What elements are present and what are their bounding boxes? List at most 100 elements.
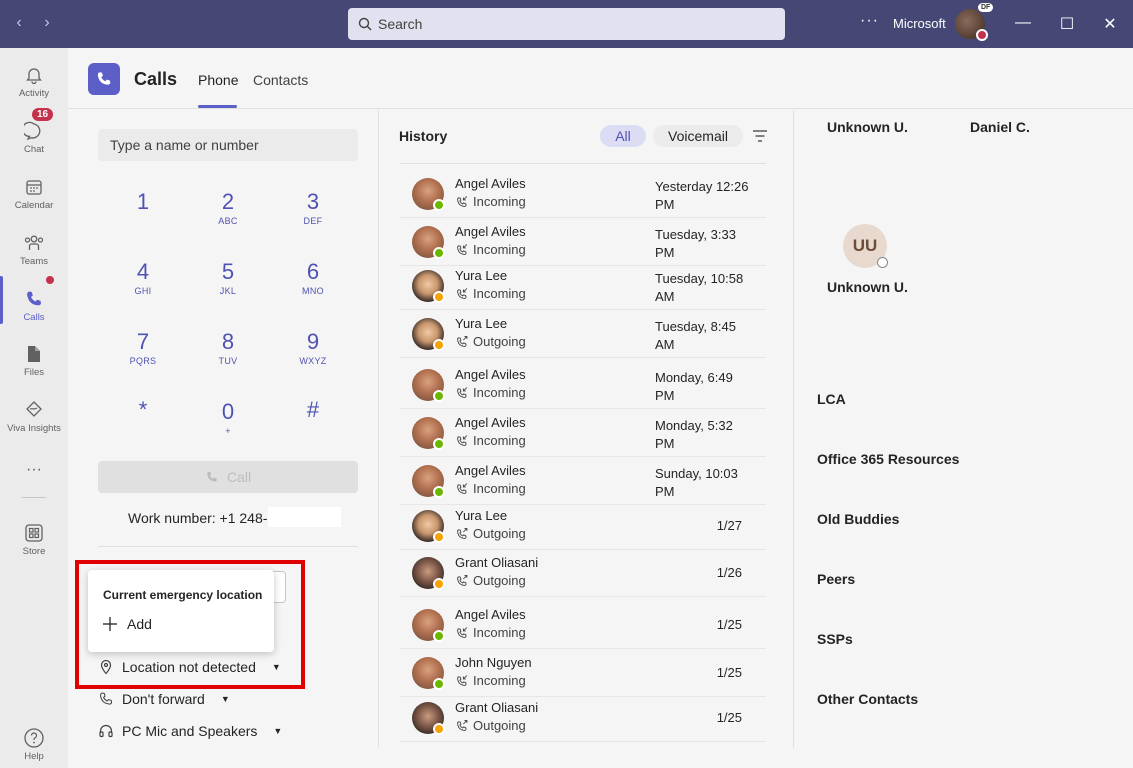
filter-voicemail-button[interactable]: Voicemail xyxy=(653,125,743,147)
history-row[interactable]: Angel Aviles Incoming Monday, 6:49 PM xyxy=(400,361,766,409)
speed-dial-contact[interactable]: Daniel C. xyxy=(970,119,1030,135)
rail-item-store[interactable]: Store xyxy=(0,512,68,566)
organization-name[interactable]: Microsoft xyxy=(893,16,946,31)
rail-item-activity[interactable]: Activity xyxy=(0,54,68,108)
rail-item-help[interactable]: Help xyxy=(0,717,68,768)
audio-device-dropdown[interactable]: PC Mic and Speakers ▼ xyxy=(98,723,282,739)
dial-key-digit: 1 xyxy=(136,189,150,214)
tab-contacts[interactable]: Contacts xyxy=(253,72,308,88)
rail-label-activity: Activity xyxy=(18,88,50,99)
rail-item-files[interactable]: Files xyxy=(0,333,68,387)
call-timestamp: Tuesday, 8:45 AM xyxy=(655,319,736,352)
forward-arrow-icon[interactable]: › xyxy=(40,14,54,32)
history-row[interactable]: Yura Lee Incoming Tuesday, 10:58 AM xyxy=(400,262,766,310)
filter-icon[interactable] xyxy=(752,129,768,143)
rail-item-teams[interactable]: Teams xyxy=(0,222,68,276)
dial-key-2[interactable]: 2 ABC xyxy=(198,190,258,227)
call-direction-label: Incoming xyxy=(473,242,526,257)
minimize-button[interactable]: — xyxy=(1013,14,1033,32)
rail-item-viva-insights[interactable]: Viva Insights xyxy=(0,389,68,443)
forwarding-dropdown[interactable]: Don't forward ▼ xyxy=(98,691,230,707)
history-row[interactable]: John Nguyen Incoming 1/25 xyxy=(400,649,766,697)
maximize-button[interactable]: ☐ xyxy=(1057,14,1077,34)
dial-key-1[interactable]: 1 xyxy=(113,190,173,216)
contact-group-office365[interactable]: Office 365 Resources xyxy=(817,451,959,467)
call-timestamp: 1/25 xyxy=(716,710,742,725)
rail-item-calendar[interactable]: Calendar xyxy=(0,166,68,220)
rail-label-chat: Chat xyxy=(23,144,45,155)
tab-phone[interactable]: Phone xyxy=(198,72,238,88)
chat-icon xyxy=(23,120,45,142)
history-row[interactable]: Grant Oliasani Outgoing 1/26 xyxy=(400,549,766,597)
call-direction: Incoming xyxy=(455,481,526,496)
call-button[interactable]: Call xyxy=(98,461,358,493)
call-timestamp: Tuesday, 10:58 AM xyxy=(655,271,744,304)
row-divider xyxy=(400,596,766,597)
history-row[interactable]: Angel Aviles Incoming Yesterday 12:26 PM xyxy=(400,170,766,218)
call-button-label: Call xyxy=(226,469,252,485)
away-status-icon xyxy=(433,531,445,543)
history-row[interactable]: Grant Oliasani Outgoing 1/25 xyxy=(400,694,766,742)
dial-key-7[interactable]: 7 PQRS xyxy=(113,330,173,367)
search-input[interactable]: Search xyxy=(348,8,785,40)
dial-key-3[interactable]: 3 DEF xyxy=(283,190,343,227)
incoming-call-icon xyxy=(457,195,468,207)
dial-key-4[interactable]: 4 GHI xyxy=(113,260,173,297)
history-row[interactable]: Angel Aviles Incoming 1/25 xyxy=(400,601,766,649)
more-options-button[interactable]: ··· xyxy=(860,12,879,30)
search-icon xyxy=(358,17,372,31)
available-status-icon xyxy=(433,678,445,690)
dial-number-input[interactable]: Type a name or number xyxy=(98,129,358,161)
caller-name: Angel Aviles xyxy=(455,176,526,191)
dial-key-digit: 8 xyxy=(221,329,235,354)
call-direction-label: Incoming xyxy=(473,194,526,209)
contact-group-ssps[interactable]: SSPs xyxy=(817,631,853,647)
contact-group-lca[interactable]: LCA xyxy=(817,391,846,407)
contact-group-peers[interactable]: Peers xyxy=(817,571,855,587)
back-arrow-icon[interactable]: ‹ xyxy=(12,14,26,32)
rail-label-teams: Teams xyxy=(20,256,48,267)
dial-key-6[interactable]: 6 MNO xyxy=(283,260,343,297)
contact-group-old-buddies[interactable]: Old Buddies xyxy=(817,511,899,527)
history-row[interactable]: Angel Aviles Incoming Monday, 5:32 PM xyxy=(400,409,766,457)
calls-header: Calls Phone Contacts xyxy=(68,48,1133,109)
dial-key-8[interactable]: 8 TUV xyxy=(198,329,258,367)
history-row[interactable]: Angel Aviles Incoming Sunday, 10:03 PM xyxy=(400,457,766,505)
dial-key-9[interactable]: 9 WXYZ xyxy=(283,330,343,367)
incoming-call-icon xyxy=(457,243,468,255)
call-direction-label: Incoming xyxy=(473,481,526,496)
divider xyxy=(400,163,766,164)
column-divider xyxy=(793,110,794,748)
calls-notification-dot xyxy=(46,276,54,284)
call-timestamp: Monday, 5:32 PM xyxy=(655,418,733,451)
history-row[interactable]: Yura Lee Outgoing Tuesday, 8:45 AM xyxy=(400,310,766,358)
history-row[interactable]: Angel Aviles Incoming Tuesday, 3:33 PM xyxy=(400,218,766,266)
rail-label-viva-insights: Viva Insights xyxy=(7,423,61,434)
history-row[interactable]: Yura Lee Outgoing 1/27 xyxy=(400,502,766,550)
rail-item-calls[interactable]: Calls xyxy=(0,278,68,332)
help-icon xyxy=(23,727,45,749)
work-number: Work number: +1 248- xyxy=(128,510,268,526)
call-direction: Incoming xyxy=(455,385,526,400)
close-button[interactable]: ✕ xyxy=(1100,14,1120,34)
row-divider xyxy=(400,741,766,742)
caller-name: Angel Aviles xyxy=(455,607,526,622)
dial-key-hash[interactable]: # xyxy=(283,398,343,424)
filter-all-button[interactable]: All xyxy=(600,125,646,147)
dial-key-star[interactable]: * xyxy=(113,398,173,424)
dial-key-0[interactable]: 0 + xyxy=(198,400,258,437)
contact-group-other[interactable]: Other Contacts xyxy=(817,691,918,707)
dial-key-5[interactable]: 5 JKL xyxy=(198,260,258,297)
phone-icon xyxy=(23,288,45,310)
call-timestamp: Tuesday, 3:33 PM xyxy=(655,227,736,260)
available-status-icon xyxy=(433,486,445,498)
speed-dial-contact[interactable]: Unknown U. xyxy=(827,119,908,135)
dial-key-letters: DEF xyxy=(303,216,323,226)
row-divider xyxy=(400,357,766,358)
caller-name: Yura Lee xyxy=(455,316,508,331)
speed-dial-contact-name[interactable]: Unknown U. xyxy=(827,279,908,295)
dial-key-digit: * xyxy=(138,397,148,422)
call-direction-label: Outgoing xyxy=(473,526,526,541)
away-status-icon xyxy=(433,339,445,351)
rail-label-help: Help xyxy=(24,751,44,762)
